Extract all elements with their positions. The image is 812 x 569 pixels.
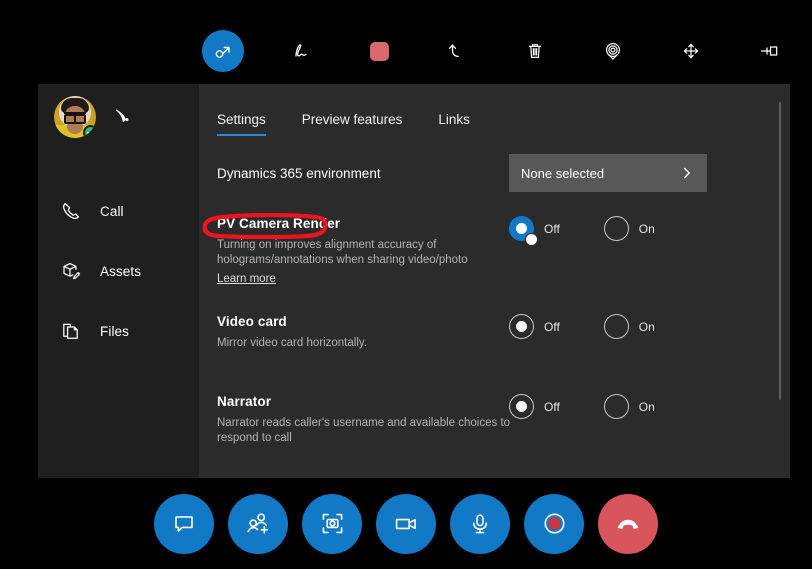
sidebar-item-label: Files	[100, 323, 130, 339]
assets-icon	[60, 260, 90, 282]
radio-label-on: On	[638, 399, 655, 414]
pv-camera-radio-group: Off On	[509, 216, 699, 246]
radio-label-off: Off	[544, 399, 560, 414]
setting-description: Mirror video card horizontally.	[217, 337, 367, 349]
capture-photo-button[interactable]	[302, 493, 362, 554]
color-swatch-tool[interactable]	[360, 32, 398, 70]
call-control-bar	[0, 478, 812, 569]
radio-option-off[interactable]: Off	[509, 394, 560, 419]
end-call-button[interactable]	[598, 493, 658, 554]
mute-button[interactable]	[450, 493, 510, 554]
setting-row-environment: Dynamics 365 environment None selected	[217, 154, 737, 192]
pin-tool[interactable]	[750, 32, 788, 70]
sidebar-nav: Call Assets Files	[38, 189, 199, 567]
undo-tool[interactable]	[438, 32, 476, 70]
radio-label-off: Off	[544, 319, 560, 334]
setting-row-pv-camera-render: PV Camera Render Turning on improves ali…	[202, 213, 737, 292]
presence-available-icon	[83, 125, 96, 138]
settings-list: Dynamics 365 environment None selected P…	[202, 154, 737, 478]
annotation-toolbar	[0, 0, 812, 82]
tab-preview-features[interactable]: Preview features	[302, 112, 403, 136]
sidebar-item-files[interactable]: Files	[38, 309, 199, 353]
color-swatch	[369, 41, 389, 61]
learn-more-link[interactable]: Learn more	[217, 273, 276, 285]
radio-on[interactable]	[603, 314, 629, 339]
tab-settings[interactable]: Settings	[217, 112, 266, 136]
settings-content: Settings Preview features Links Dynamics…	[199, 84, 790, 478]
radio-off[interactable]	[509, 394, 534, 419]
sidebar-item-assets[interactable]: Assets	[38, 249, 199, 293]
ink-pen-tool[interactable]	[282, 32, 320, 70]
narrator-radio-group: Off On	[509, 394, 699, 419]
content-scrollbar[interactable]	[779, 102, 781, 400]
radio-label-off: Off	[544, 221, 560, 236]
chat-button[interactable]	[154, 493, 214, 554]
tab-links[interactable]: Links	[438, 112, 470, 136]
radio-option-off[interactable]: Off	[509, 216, 560, 246]
radio-label-on: On	[638, 221, 655, 236]
setting-description: Turning on improves alignment accuracy o…	[217, 239, 468, 266]
setting-row-narrator: Narrator Narrator reads caller's usernam…	[217, 394, 737, 456]
sidebar-item-label: Assets	[100, 263, 142, 279]
setting-row-video-card: Video card Mirror video card horizontall…	[217, 314, 737, 372]
environment-label: Dynamics 365 environment	[217, 165, 381, 181]
radio-on[interactable]	[603, 216, 629, 241]
move-tool[interactable]	[672, 32, 710, 70]
sidebar-item-call[interactable]: Call	[38, 189, 199, 233]
sidebar-item-label: Call	[100, 203, 124, 219]
environment-dropdown[interactable]: None selected	[509, 154, 707, 192]
phone-icon	[60, 200, 90, 222]
radio-option-on[interactable]: On	[603, 314, 655, 339]
radio-option-off[interactable]: Off	[509, 314, 560, 339]
tab-bar: Settings Preview features Links	[217, 112, 470, 136]
radio-off[interactable]	[509, 314, 534, 339]
radio-on[interactable]	[603, 394, 629, 419]
select-cursor-tool[interactable]	[202, 30, 244, 72]
app-root: Call Assets Files Settings Preview featu…	[0, 0, 812, 569]
radio-option-on[interactable]: On	[603, 394, 655, 419]
radio-label-on: On	[638, 319, 655, 334]
record-button[interactable]	[524, 493, 584, 554]
files-icon	[60, 320, 90, 342]
target-locate-tool[interactable]	[594, 32, 632, 70]
add-participant-button[interactable]	[228, 493, 288, 554]
left-sidebar: Call Assets Files	[38, 84, 199, 567]
user-profile[interactable]	[54, 96, 134, 138]
wifi-signal-icon	[112, 107, 134, 127]
delete-tool[interactable]	[516, 32, 554, 70]
video-button[interactable]	[376, 493, 436, 554]
settings-panel: Call Assets Files Settings Preview featu…	[38, 84, 790, 567]
chevron-right-icon	[679, 165, 695, 181]
setting-description: Narrator reads caller's username and ava…	[217, 417, 511, 444]
environment-value: None selected	[521, 165, 605, 181]
avatar	[54, 96, 96, 138]
cursor-indicator	[525, 233, 538, 246]
radio-option-on[interactable]: On	[603, 216, 655, 241]
video-card-radio-group: Off On	[509, 314, 699, 339]
